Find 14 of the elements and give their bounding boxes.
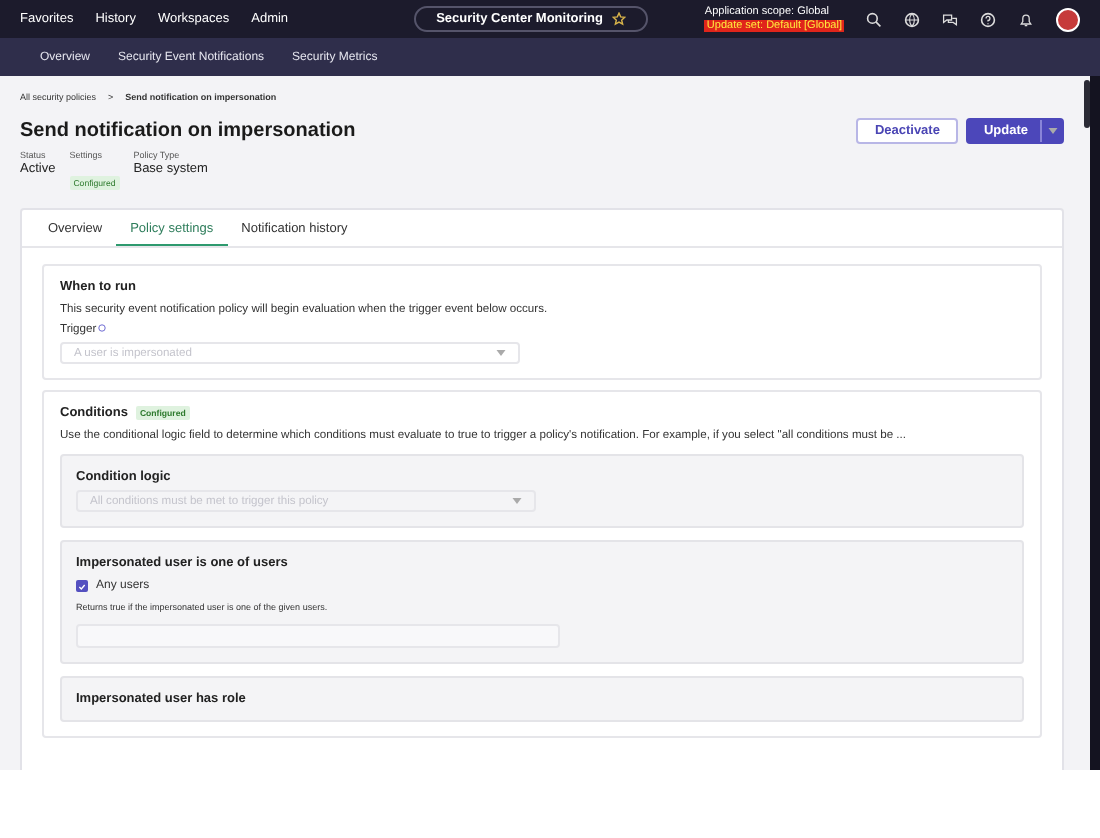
star-icon[interactable]: [611, 12, 625, 26]
caret-icon: [496, 350, 506, 356]
chat-icon[interactable]: [942, 11, 958, 27]
avatar-circle[interactable]: [1056, 7, 1080, 31]
info-icon[interactable]: [98, 324, 107, 332]
page-title: Send notification on impersonation: [20, 120, 358, 142]
bell-icon[interactable]: [1018, 11, 1034, 27]
search-icon[interactable]: [866, 11, 882, 27]
caret-icon: [512, 498, 522, 504]
globe-icon[interactable]: [904, 11, 920, 27]
caret-icon: [1047, 128, 1057, 134]
scrollbar-thumb[interactable]: [1084, 80, 1090, 128]
checkbox[interactable]: [76, 580, 88, 592]
help-icon[interactable]: [980, 11, 996, 27]
